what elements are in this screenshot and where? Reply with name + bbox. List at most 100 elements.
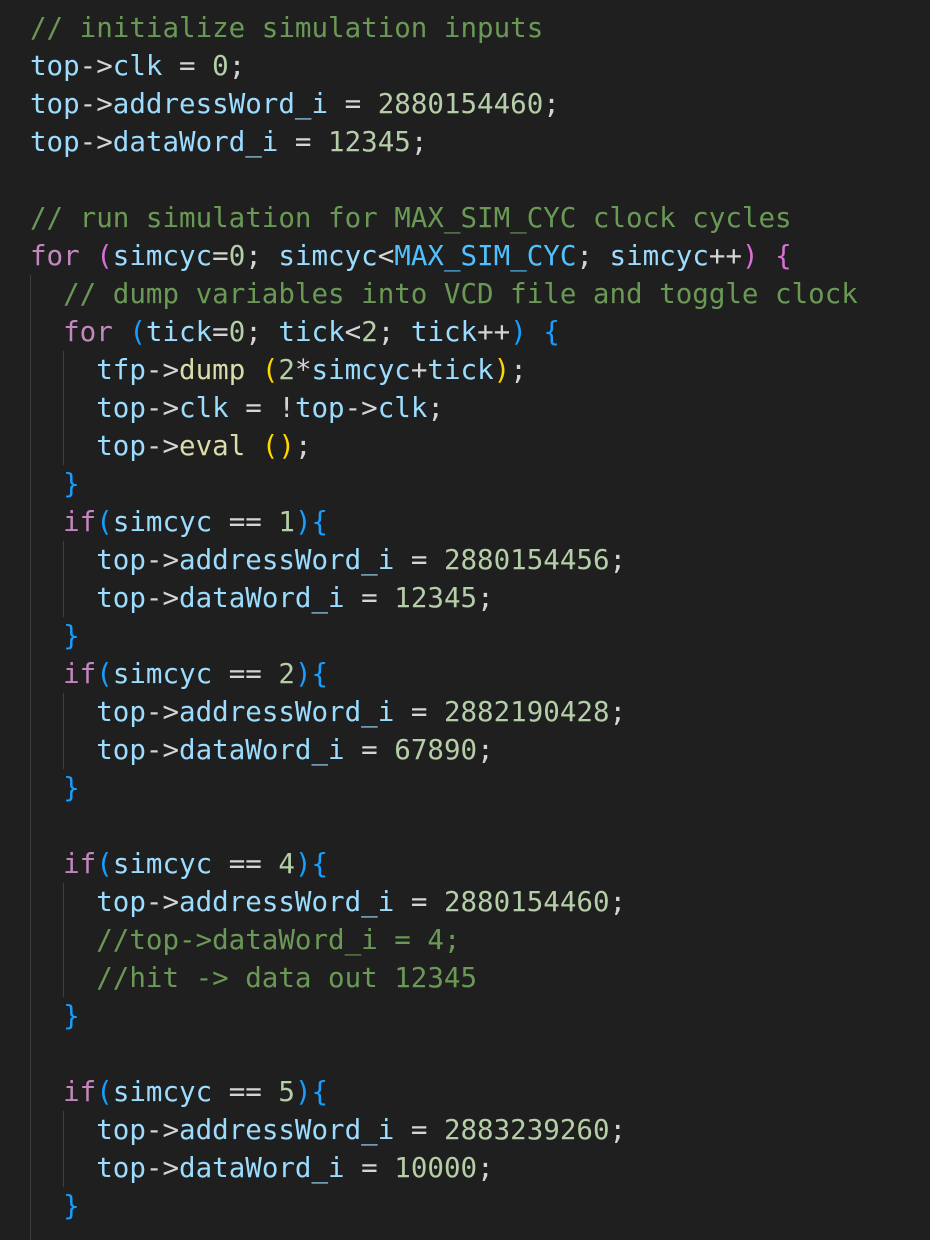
code-token: //hit -> data out 12345 [96,962,478,994]
code-token: 2880154460 [377,88,544,120]
code-token: = [344,1152,395,1184]
code-token: = [212,240,229,272]
code-line[interactable]: tfp->dump (2*simcyc+tick); [30,351,858,389]
code-line[interactable]: top->addressWord_i = 2882190428; [30,693,858,731]
code-token: } [63,1190,80,1222]
code-token: < [377,240,395,272]
code-line[interactable]: top->addressWord_i = 2883239260; [30,1111,858,1149]
code-token: = [394,696,444,728]
code-token: 2880154456 [443,544,610,576]
code-token: addressWord_i [179,886,395,918]
code-token: = [394,1114,444,1146]
code-line[interactable]: if(simcyc == 4){ [30,845,858,883]
code-token: 2880154460 [443,886,610,918]
code-token: = [328,88,378,120]
code-token: 5 [278,1076,295,1108]
code-token: ; [410,126,428,158]
code-line[interactable]: top->clk = !top->clk; [30,389,858,427]
code-line[interactable]: if(simcyc == 5){ [30,1073,858,1111]
code-line[interactable]: top->dataWord_i = 12345; [30,123,858,161]
code-token: -> [145,582,180,614]
code-token: } [63,468,80,500]
code-line[interactable]: //hit -> data out 12345 [30,959,858,997]
code-token: ; [228,50,246,82]
code-token: tick [410,316,478,348]
code-line[interactable]: // initialize simulation inputs [30,9,858,47]
code-token: 2 [361,316,378,348]
code-token: dataWord_i [179,734,345,766]
code-token: { [311,506,329,538]
code-token: == [212,1076,279,1108]
code-token: ( [96,506,113,538]
code-token: ; [245,316,279,348]
code-editor[interactable]: // initialize simulation inputs top->clk … [0,0,930,1240]
code-token: addressWord_i [179,1114,395,1146]
code-token: addressWord_i [179,544,395,576]
code-token: 2 [278,354,295,386]
code-line[interactable]: // dump variables into VCD file and togg… [30,275,858,313]
code-line[interactable]: top->addressWord_i = 2880154456; [30,541,858,579]
code-line[interactable]: top->dataWord_i = 67890; [30,731,858,769]
code-token: = [344,734,395,766]
code-token: -> [145,696,180,728]
code-token: + [410,354,428,386]
code-line[interactable]: } [30,1187,858,1225]
code-line[interactable] [30,1035,858,1073]
code-token: top [96,696,146,728]
code-token: top [30,126,80,158]
code-line[interactable]: for (simcyc=0; simcyc<MAX_SIM_CYC; simcy… [30,237,858,275]
code-token: ( [96,240,113,272]
code-line[interactable] [30,807,858,845]
code-line[interactable]: // run simulation for MAX_SIM_CYC clock … [30,199,858,237]
code-token: 67890 [394,734,478,766]
code-line[interactable]: } [30,997,858,1035]
code-token: dump [179,354,246,386]
code-line[interactable]: //top->dataWord_i = 4; [30,921,858,959]
code-line[interactable]: if(simcyc == 1){ [30,503,858,541]
code-line[interactable]: } [30,617,858,655]
code-token: clk [377,392,428,424]
code-token: //top->dataWord_i = 4; [96,924,461,956]
code-line[interactable]: } [30,769,858,807]
code-token: tfp [96,354,146,386]
code-token: { [311,848,329,880]
code-token: = [344,582,395,614]
code-token: clk [112,50,163,82]
code-line[interactable] [30,161,858,199]
code-content[interactable]: // initialize simulation inputs top->clk … [30,9,858,1225]
code-token: simcyc [112,506,213,538]
code-line[interactable]: top->addressWord_i = 2880154460; [30,883,858,921]
code-line[interactable]: for (tick=0; tick<2; tick++) { [30,313,858,351]
code-token: top [30,88,80,120]
code-token: dataWord_i [179,1152,345,1184]
code-line[interactable]: } [30,465,858,503]
code-token: top [96,886,146,918]
code-token: top [96,582,146,614]
code-token: clk [179,392,229,424]
code-line[interactable]: top->dataWord_i = 12345; [30,579,858,617]
code-token: simcyc [609,240,709,272]
code-token: { [775,240,792,272]
code-line[interactable]: if(simcyc == 2){ [30,655,858,693]
code-line[interactable]: top->dataWord_i = 10000; [30,1149,858,1187]
code-line[interactable]: top->addressWord_i = 2880154460; [30,85,858,123]
code-token: } [63,620,80,652]
code-line[interactable]: top->clk = 0; [30,47,858,85]
code-token: 2882190428 [443,696,610,728]
code-line[interactable]: top->eval (); [30,427,858,465]
code-token: top [96,1152,146,1184]
code-token: // initialize simulation inputs [30,12,544,44]
code-token: { [311,658,329,690]
code-token: top [96,544,146,576]
code-token: ( [129,316,146,348]
